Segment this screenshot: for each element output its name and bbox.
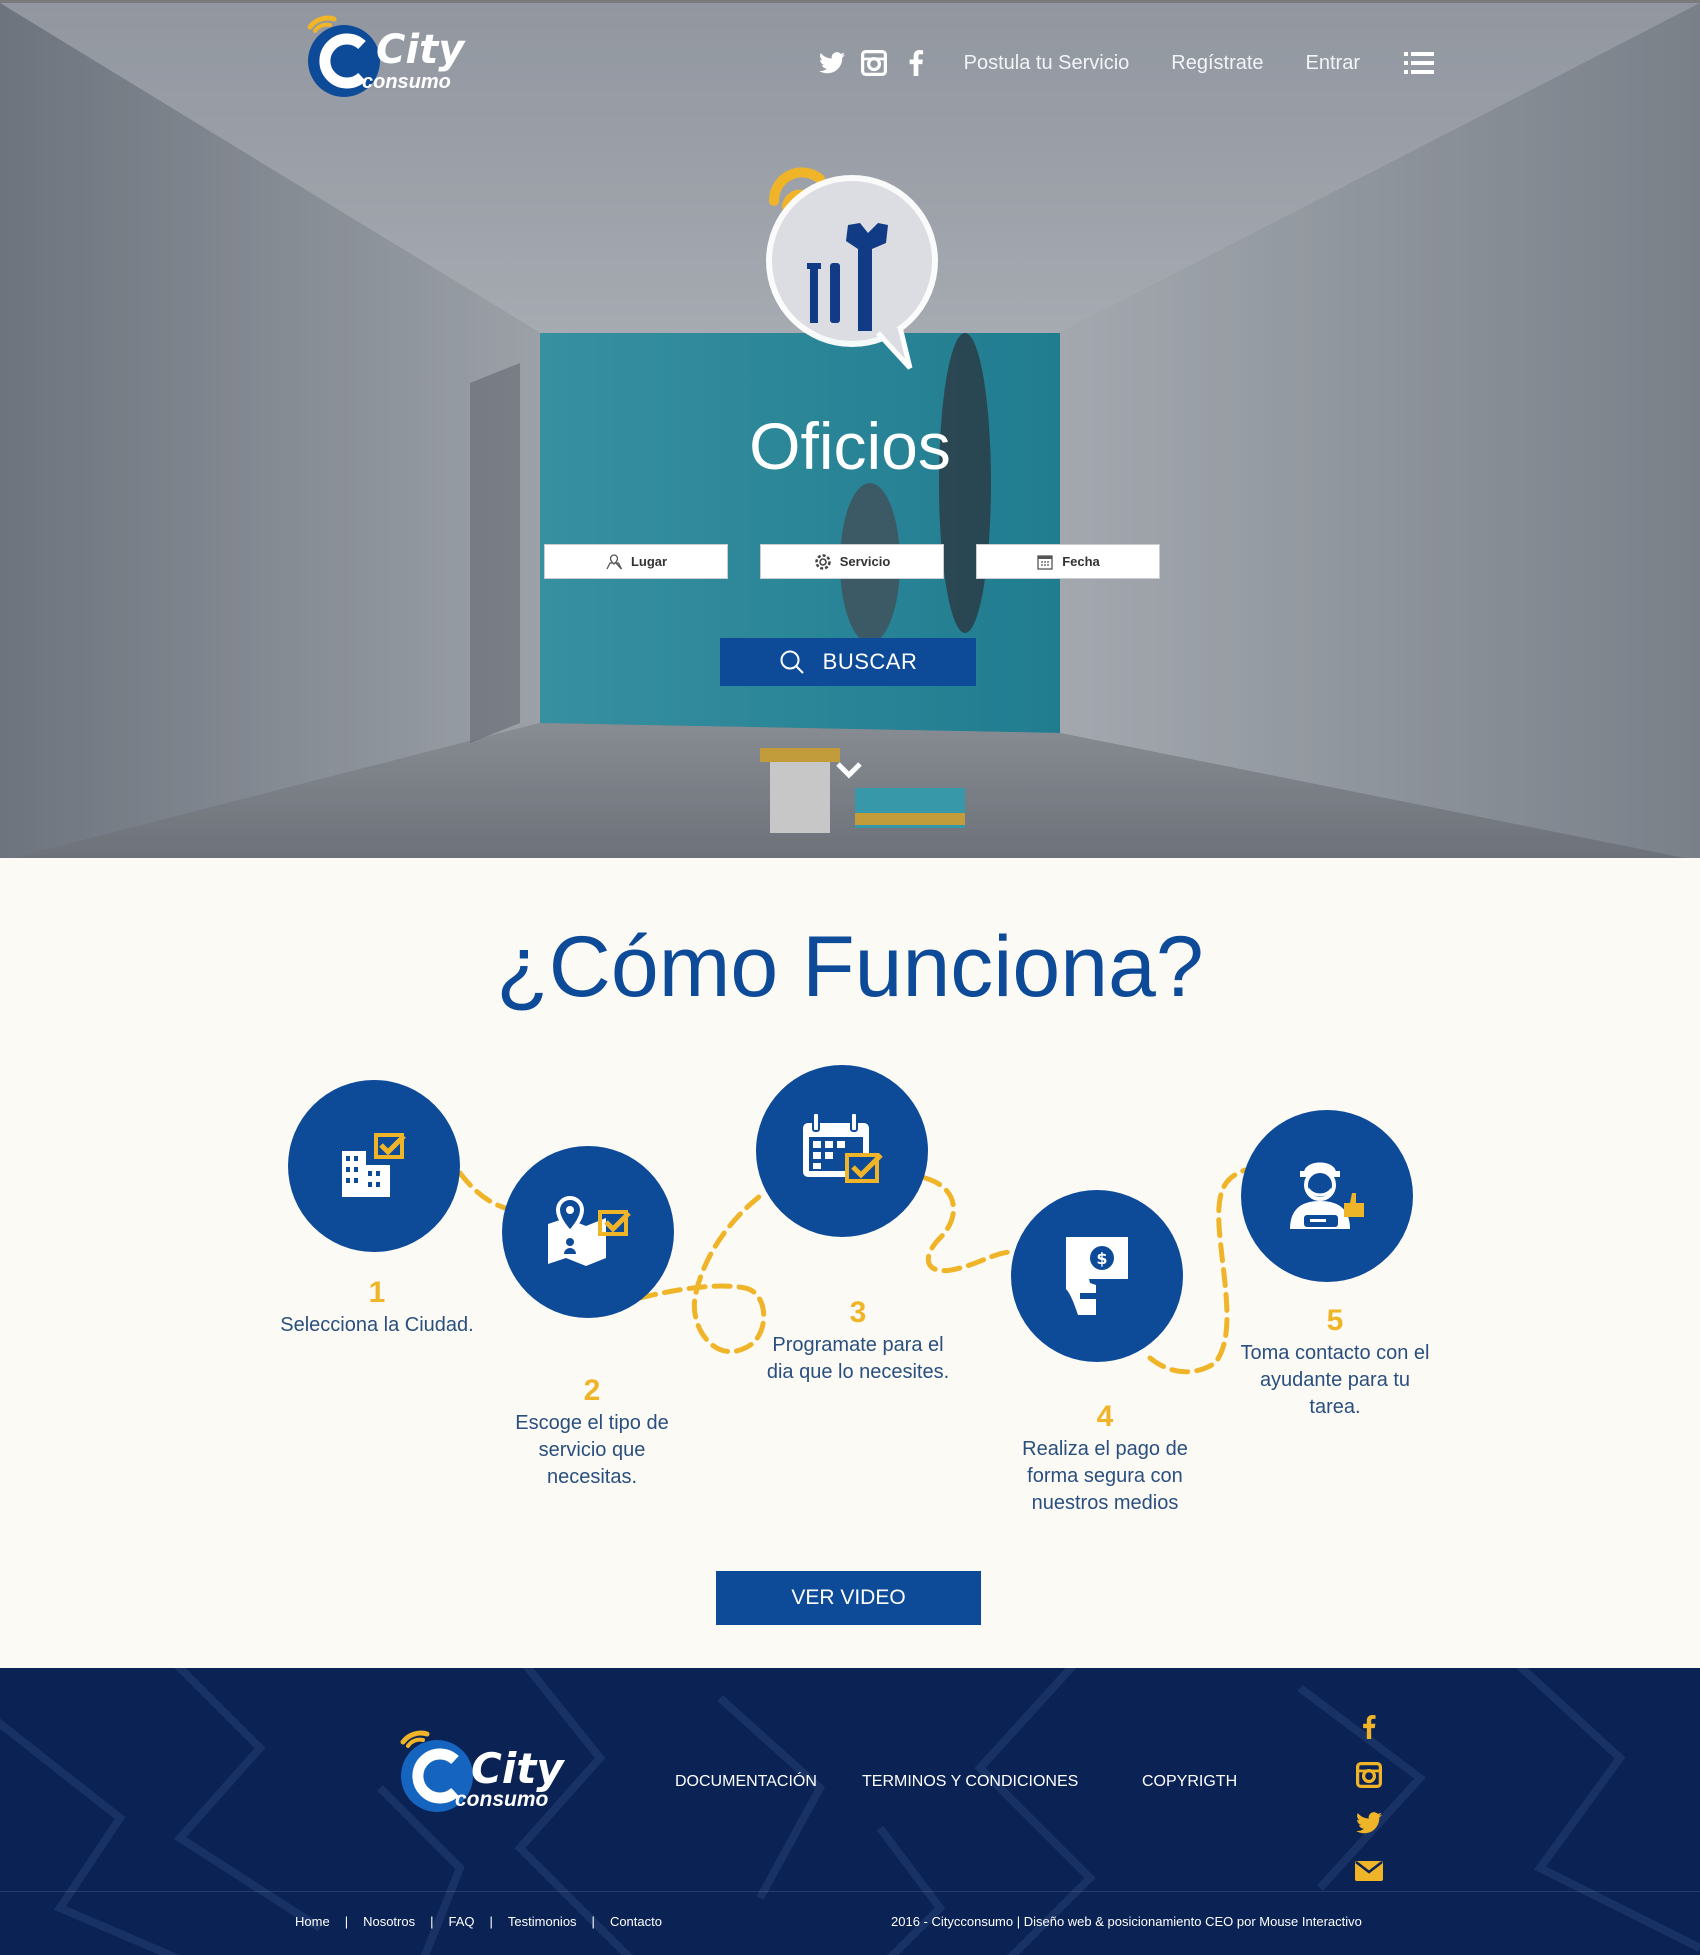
servicio-label: Servicio [839, 554, 891, 569]
footer: City consumo DOCUMENTACIÓN TERMINOS Y CO… [0, 1668, 1700, 1955]
footer-logo[interactable]: City consumo [393, 1730, 564, 1815]
bottom-nav-home[interactable]: Home [295, 1914, 330, 1929]
step-2-circle [502, 1146, 674, 1318]
search-fields: Lugar Servicio Fecha [544, 544, 1160, 580]
copyright-line: 2016 - Citycconsumo | Diseño web & posic… [891, 1914, 1362, 1929]
svg-text:$: $ [1096, 1249, 1107, 1268]
facebook-icon[interactable] [902, 49, 930, 77]
registrate-link[interactable]: Regístrate [1171, 52, 1263, 75]
step-3-circle [756, 1065, 928, 1237]
social-links-header [818, 49, 930, 77]
fecha-label: Fecha [1062, 554, 1100, 569]
step-1-text: Selecciona la Ciudad. [280, 1314, 474, 1336]
ver-video-button[interactable]: VER VIDEO [716, 1571, 981, 1625]
terminos-link[interactable]: TERMINOS Y CONDICIONES [862, 1773, 1078, 1791]
tools-badge-icon [766, 167, 938, 370]
bottom-nav-separator: | [591, 1914, 595, 1929]
copyright-link[interactable]: COPYRIGTH [1142, 1773, 1237, 1791]
bottom-nav-separator: | [489, 1914, 493, 1929]
footer-logo-city-text: City [471, 1744, 564, 1793]
step-1-number: 1 [368, 1276, 386, 1309]
hero-title: Oficios [749, 409, 951, 483]
bottom-nav-contacto[interactable]: Contacto [610, 1914, 662, 1929]
step-3-text: Programate para el dia que lo necesites. [766, 1334, 950, 1383]
city-consumo-logo[interactable]: City consumo [300, 15, 464, 100]
buscar-label: BUSCAR [822, 649, 918, 674]
twitter-icon[interactable] [818, 49, 846, 77]
twitter-icon[interactable] [1352, 1806, 1386, 1840]
bottom-nav-separator: | [430, 1914, 434, 1929]
step-5-number: 5 [1326, 1304, 1344, 1337]
step-1-circle [288, 1080, 460, 1252]
step-4-text: Realiza el pago de forma segura con nues… [1022, 1438, 1188, 1514]
gear-icon [814, 553, 831, 570]
footer-divider [0, 1891, 1700, 1892]
servicio-field[interactable]: Servicio [760, 544, 944, 579]
fecha-field[interactable]: Fecha [976, 544, 1160, 579]
email-icon[interactable] [1352, 1854, 1386, 1888]
hero-section: City consumo Postula tu Servicio Regístr… [0, 0, 1700, 858]
postula-servicio-link[interactable]: Postula tu Servicio [964, 52, 1130, 75]
step-2-text: Escoge el tipo de servicio que necesitas… [515, 1412, 669, 1488]
logo-city-text: City [376, 27, 465, 73]
buscar-button[interactable]: BUSCAR [720, 638, 976, 686]
worker-thumbs-up-icon [1290, 1162, 1364, 1229]
step-3-number: 3 [849, 1296, 867, 1329]
buildings-check-icon [342, 1133, 406, 1197]
documentacion-link[interactable]: DOCUMENTACIÓN [675, 1773, 817, 1791]
lugar-label: Lugar [630, 554, 668, 569]
step-2-number: 2 [583, 1374, 601, 1407]
instagram-icon[interactable] [860, 49, 888, 77]
step-5-text: Toma contacto con el ayudante para tu ta… [1240, 1342, 1430, 1418]
step-4-circle: $ [1011, 1190, 1183, 1362]
map-location-icon [606, 553, 623, 569]
search-icon [780, 650, 804, 674]
step-4-number: 4 [1096, 1400, 1114, 1433]
payment-hand-icon: $ [1066, 1237, 1128, 1315]
footer-logo-consumo-text: consumo [455, 1788, 549, 1811]
map-pin-check-icon [548, 1195, 631, 1266]
dashed-path-decoration [457, 1167, 1248, 1375]
bottom-nav-nosotros[interactable]: Nosotros [363, 1914, 415, 1929]
logo-consumo-text: consumo [362, 71, 451, 93]
step-5-circle [1241, 1110, 1413, 1282]
bottom-navigation: Home | Nosotros | FAQ | Testimonios | Co… [295, 1914, 662, 1929]
footer-social-links [1352, 1710, 1386, 1902]
menu-list-icon[interactable] [1404, 51, 1434, 75]
entrar-link[interactable]: Entrar [1306, 52, 1360, 75]
facebook-icon[interactable] [1352, 1710, 1386, 1744]
lugar-field[interactable]: Lugar [544, 544, 728, 579]
how-it-works-section: ¿Cómo Funciona? 1 Selecciona la Ciudad. … [0, 858, 1700, 1668]
bottom-nav-separator: | [344, 1914, 349, 1929]
chevron-down-icon[interactable] [835, 759, 863, 781]
calendar-icon [1037, 554, 1053, 570]
top-navigation: Postula tu Servicio Regístrate Entrar [818, 39, 1434, 87]
bottom-nav-testimonios[interactable]: Testimonios [508, 1914, 577, 1929]
calendar-check-icon [803, 1112, 883, 1183]
instagram-icon[interactable] [1352, 1758, 1386, 1792]
bottom-nav-faq[interactable]: FAQ [449, 1914, 475, 1929]
footer-pattern-decoration [0, 1668, 1700, 1955]
